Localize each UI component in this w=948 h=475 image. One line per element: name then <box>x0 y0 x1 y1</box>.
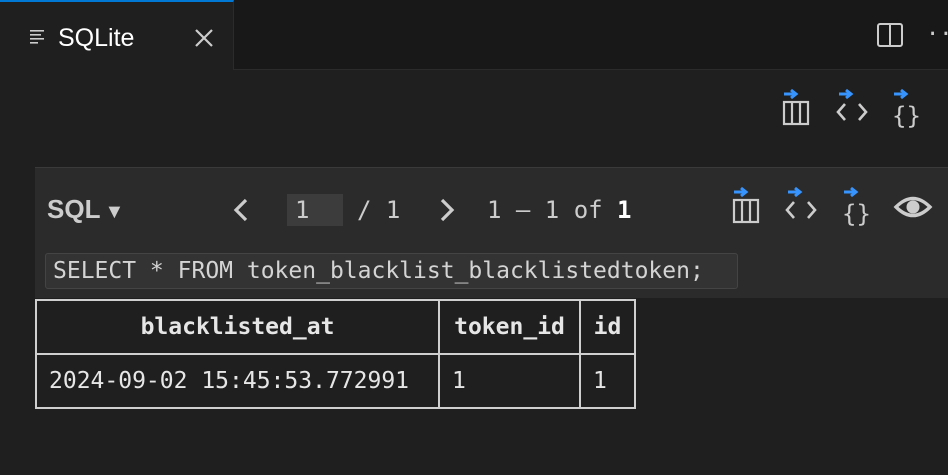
language-menu-label: SQL <box>47 194 101 224</box>
export-html-icon[interactable] <box>833 88 873 130</box>
export-json-icon[interactable]: {} <box>888 88 928 130</box>
tab-title: SQLite <box>58 24 135 52</box>
page-total: / 1 <box>357 196 401 224</box>
page-number-input[interactable] <box>287 194 343 226</box>
lines-icon <box>30 30 44 44</box>
chevron-left-icon[interactable] <box>229 196 253 224</box>
svg-text:{}: {} <box>892 102 921 130</box>
chevron-down-icon: ▼ <box>104 201 125 223</box>
svg-text:{}: {} <box>842 200 871 228</box>
cell-id[interactable]: 1 <box>579 353 636 409</box>
export-html-icon[interactable] <box>782 186 822 228</box>
editor-tab-bar: SQLite ·· <box>0 0 948 70</box>
export-json-icon[interactable]: {} <box>838 186 878 228</box>
cell-blacklisted-at[interactable]: 2024-09-02 15:45:53.772991 <box>35 353 440 409</box>
row-range: 1 – 1 of 1 <box>487 196 632 224</box>
language-menu[interactable]: SQL ▼ <box>47 194 124 227</box>
chevron-right-icon[interactable] <box>435 196 459 224</box>
cell-token-id[interactable]: 1 <box>438 353 581 409</box>
eye-icon[interactable] <box>893 188 933 230</box>
table-row: 2024-09-02 15:45:53.772991 1 1 <box>35 353 636 409</box>
export-csv-icon[interactable] <box>728 186 768 228</box>
tab-sqlite[interactable]: SQLite <box>0 0 234 70</box>
close-icon[interactable] <box>192 26 216 50</box>
column-header-token-id[interactable]: token_id <box>438 299 581 355</box>
sql-query-text[interactable]: SELECT * FROM token_blacklist_blackliste… <box>45 253 738 289</box>
table-header-row: blacklisted_at token_id id <box>35 299 636 355</box>
export-csv-icon[interactable] <box>778 88 818 130</box>
more-actions-icon[interactable]: ·· <box>926 22 948 48</box>
results-table: blacklisted_at token_id id 2024-09-02 15… <box>35 299 636 409</box>
column-header-blacklisted-at[interactable]: blacklisted_at <box>35 299 440 355</box>
split-editor-icon[interactable] <box>876 22 904 48</box>
query-panel: SQL▼ / 1 1 – 1 of 1 {} SELECT * FROM tok… <box>35 167 948 298</box>
column-header-id[interactable]: id <box>579 299 636 355</box>
